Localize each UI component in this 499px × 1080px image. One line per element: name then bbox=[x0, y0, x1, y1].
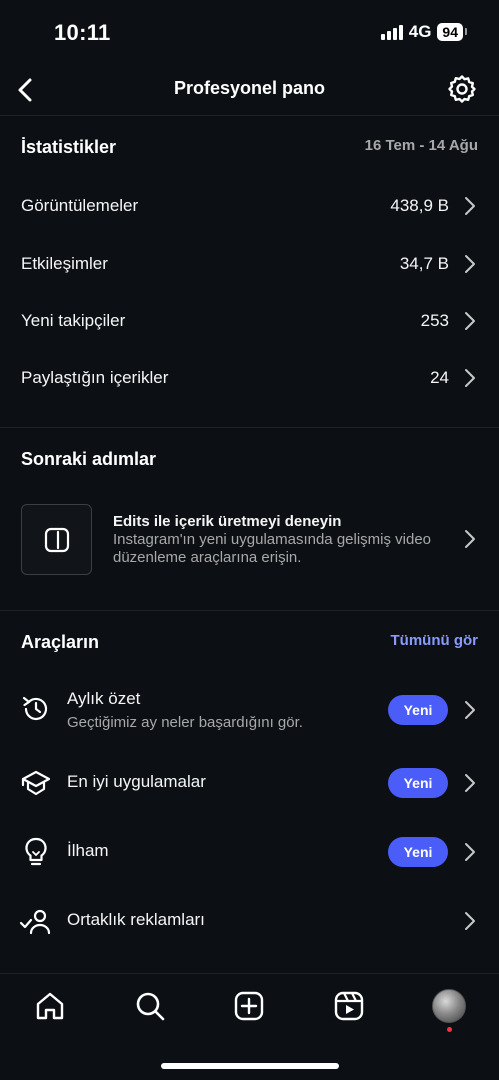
chevron-right-icon bbox=[463, 699, 477, 721]
chevron-right-icon bbox=[463, 310, 477, 332]
stat-label: Görüntülemeler bbox=[21, 196, 139, 215]
new-badge: Yeni bbox=[388, 837, 448, 867]
stat-label: Etkileşimler bbox=[21, 254, 108, 273]
stat-value: 24 bbox=[430, 368, 449, 387]
partner-check-icon bbox=[19, 904, 53, 938]
edits-promo-card[interactable]: Edits ile içerik üretmeyi deneyin Instag… bbox=[0, 500, 499, 580]
graduation-cap-icon bbox=[19, 766, 53, 800]
stat-row-shared-content[interactable]: Paylaştığın içerikler 24 bbox=[0, 350, 499, 406]
next-steps-title: Sonraki adımlar bbox=[21, 449, 157, 469]
profile-avatar bbox=[432, 989, 466, 1023]
gear-icon bbox=[448, 75, 476, 103]
status-time: 10:11 bbox=[54, 20, 111, 45]
tool-title: Aylık özet bbox=[67, 689, 141, 708]
tool-title: En iyi uygulamalar bbox=[67, 772, 206, 791]
chevron-right-icon bbox=[463, 528, 477, 550]
tab-create[interactable] bbox=[231, 988, 267, 1024]
status-bar: 10:11 4G 94 bbox=[0, 0, 499, 66]
tool-title: Ortaklık reklamları bbox=[67, 910, 205, 929]
settings-button[interactable] bbox=[445, 72, 479, 106]
signal-icon bbox=[380, 24, 403, 40]
tab-search[interactable] bbox=[132, 988, 168, 1024]
chevron-right-icon bbox=[463, 841, 477, 863]
home-icon bbox=[36, 992, 64, 1020]
lightbulb-icon bbox=[19, 835, 53, 869]
stat-row-new-followers[interactable]: Yeni takipçiler 253 bbox=[0, 293, 499, 349]
new-badge: Yeni bbox=[388, 768, 448, 798]
tool-subtitle: Geçtiğimiz ay neler başardığını gör. bbox=[67, 714, 303, 731]
see-all-link[interactable]: Tümünü gör bbox=[391, 632, 478, 649]
history-icon bbox=[19, 692, 53, 726]
tool-partnership-ads[interactable]: Ortaklık reklamları bbox=[0, 898, 499, 944]
tool-inspiration[interactable]: İlham Yeni bbox=[0, 829, 499, 875]
divider bbox=[0, 610, 499, 611]
edits-card-title: Edits ile içerik üretmeyi deneyin bbox=[113, 513, 342, 530]
tools-title: Araçların bbox=[21, 632, 100, 652]
battery-icon: 94 bbox=[437, 23, 467, 41]
new-badge: Yeni bbox=[388, 695, 448, 725]
stat-label: Paylaştığın içerikler bbox=[21, 368, 169, 387]
edits-app-icon bbox=[21, 504, 92, 575]
tool-title: İlham bbox=[67, 841, 109, 860]
statistics-title: İstatistikler bbox=[21, 137, 117, 157]
chevron-right-icon bbox=[463, 253, 477, 275]
reels-icon bbox=[334, 991, 364, 1021]
date-range[interactable]: 16 Tem - 14 Ağu bbox=[365, 137, 478, 154]
tool-monthly-summary[interactable]: Aylık özet Geçtiğimiz ay neler başardığı… bbox=[0, 680, 499, 740]
page-title: Profesyonel pano bbox=[173, 78, 326, 98]
notification-dot bbox=[447, 1027, 452, 1032]
header: Profesyonel pano bbox=[0, 66, 499, 114]
divider bbox=[0, 115, 499, 116]
stat-value: 438,9 B bbox=[390, 196, 449, 215]
status-indicators: 4G 94 bbox=[380, 22, 467, 42]
search-icon bbox=[136, 992, 165, 1021]
chevron-right-icon bbox=[463, 195, 477, 217]
stat-row-views[interactable]: Görüntülemeler 438,9 B bbox=[0, 178, 499, 234]
tab-profile[interactable] bbox=[431, 988, 467, 1024]
chevron-right-icon bbox=[463, 367, 477, 389]
create-icon bbox=[234, 991, 264, 1021]
stat-row-interactions[interactable]: Etkileşimler 34,7 B bbox=[0, 236, 499, 292]
chevron-right-icon bbox=[463, 910, 477, 932]
chevron-right-icon bbox=[463, 772, 477, 794]
home-indicator bbox=[161, 1063, 339, 1069]
edits-card-description: Instagram'ın yeni uygulamasında gelişmiş… bbox=[113, 531, 432, 566]
stat-label: Yeni takipçiler bbox=[21, 311, 126, 330]
tab-reels[interactable] bbox=[331, 988, 367, 1024]
stat-value: 253 bbox=[420, 311, 449, 330]
tool-best-practices[interactable]: En iyi uygulamalar Yeni bbox=[0, 760, 499, 806]
network-type: 4G bbox=[408, 22, 432, 41]
divider bbox=[0, 427, 499, 428]
tab-home[interactable] bbox=[32, 988, 68, 1024]
stat-value: 34,7 B bbox=[399, 254, 449, 273]
